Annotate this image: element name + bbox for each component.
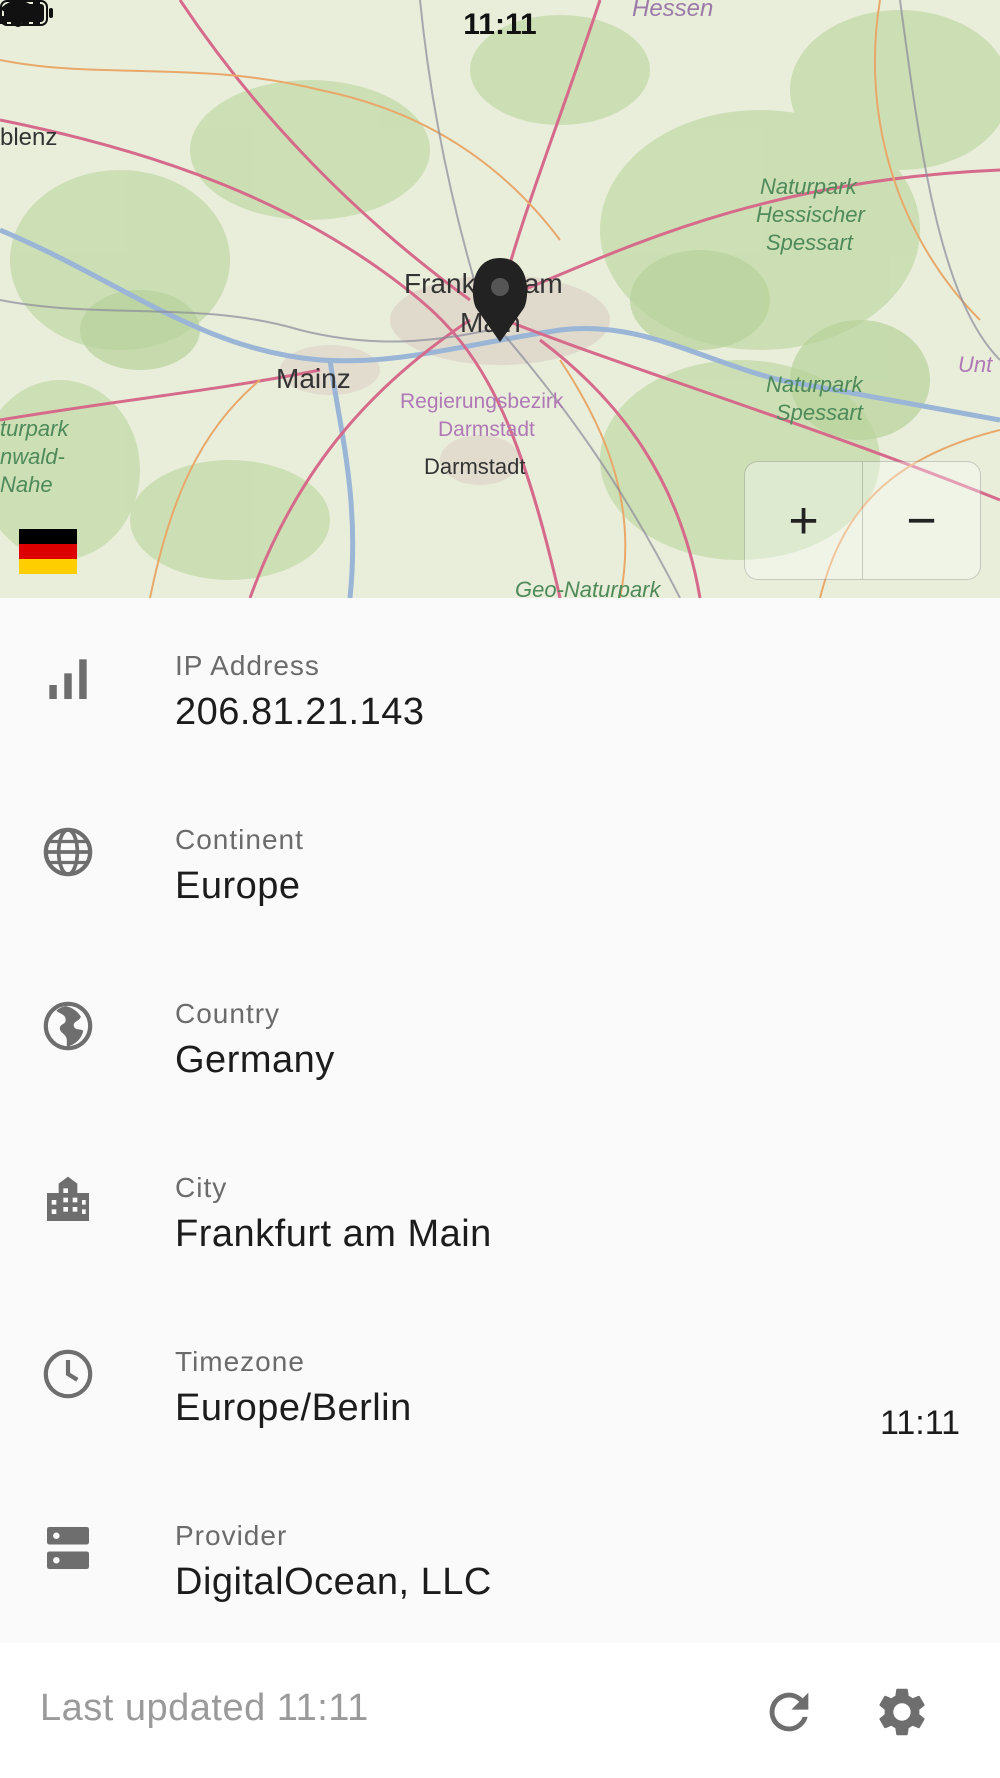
map-label-geo-naturpark: Geo-Naturpark [515,577,662,598]
zoom-controls: + − [744,461,981,580]
detail-label: Timezone [175,1346,305,1377]
bottom-bar: Last updated 11:11 [0,1643,1000,1778]
detail-label: Provider [175,1520,288,1551]
detail-row-country[interactable]: Country Germany [0,946,1000,1120]
server-icon [47,1527,89,1569]
local-time: 11:11 [879,1404,960,1442]
details-list: IP Address 206.81.21.143 Continent Europ… [0,598,1000,1642]
globe-americas-icon [43,1001,93,1051]
detail-label: Country [175,998,281,1029]
map-label-darmstadt: Darmstadt [424,454,525,479]
status-bar: 11:11 [0,0,1000,50]
map-label-mainz: Mainz [276,363,351,394]
map-label-regierungsbezirk: Regierungsbezirk [400,390,564,413]
map-label-unt: Unt [958,352,993,377]
last-updated-text: Last updated 11:11 [40,1687,369,1729]
detail-value: DigitalOcean, LLC [175,1561,492,1603]
detail-row-ip[interactable]: IP Address 206.81.21.143 [0,598,1000,772]
clock-icon [43,1349,93,1399]
detail-value: Europe [175,865,301,907]
detail-row-provider[interactable]: Provider DigitalOcean, LLC [0,1468,1000,1642]
map-label-spessart: Spessart [766,230,854,255]
map-label-hessischer: Hessischer [756,202,866,227]
map-label-nwald: nwald- [0,444,65,469]
flag-stripe-red [19,544,77,559]
map-label-koblenz: blenz [0,124,57,151]
map-label-regbez-darmstadt: Darmstadt [438,418,535,441]
zoom-out-button[interactable]: − [863,462,980,579]
flag-stripe-gold [19,559,77,574]
map-label-naturpark-spessart: Naturpark [766,372,864,397]
map-view[interactable]: Naturpark Hessischer Spessart Naturpark … [0,0,1000,598]
status-time: 11:11 [463,8,537,41]
map-label-naturpark-hessischer: Naturpark [760,174,858,199]
zoom-in-button[interactable]: + [745,462,863,579]
detail-row-continent[interactable]: Continent Europe [0,772,1000,946]
globe-icon [43,827,93,877]
detail-value: 206.81.21.143 [175,691,425,733]
map-label-spessart-2: Spessart [776,400,864,425]
detail-label: Continent [175,824,304,855]
detail-value: Europe/Berlin [175,1387,412,1429]
country-flag [19,529,77,574]
city-icon [47,1176,89,1221]
map-label-nahe: Nahe [0,472,53,497]
detail-row-timezone[interactable]: Timezone Europe/Berlin 11:11 [0,1294,1000,1468]
detail-label: IP Address [175,650,320,681]
refresh-icon[interactable] [760,1683,818,1741]
battery-icon [0,0,53,26]
flag-stripe-black [19,529,77,544]
detail-value: Germany [175,1039,335,1081]
map-label-naturpark-left: turpark [0,416,69,441]
detail-value: Frankfurt am Main [175,1213,492,1255]
detail-row-city[interactable]: City Frankfurt am Main [0,1120,1000,1294]
signal-bars-icon [49,659,87,699]
detail-label: City [175,1172,228,1203]
settings-gear-icon[interactable] [873,1683,931,1741]
